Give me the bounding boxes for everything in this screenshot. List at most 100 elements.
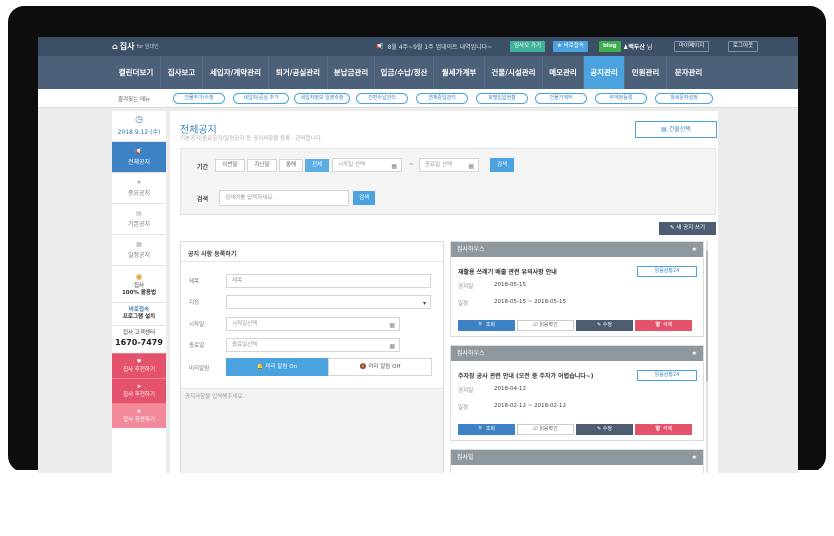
building-select[interactable]: ▾ xyxy=(226,295,431,309)
nav-moveout[interactable]: 퇴거/공실관리 xyxy=(268,56,327,89)
star-icon[interactable]: ★ xyxy=(692,242,697,257)
list-icon: ▤ xyxy=(136,210,142,217)
favorites-bar: 즐겨찾는 메뉴 건물추가/수정 세입자/공실 추가 세입자정보 일괄수정 간편수… xyxy=(38,89,798,108)
fav-chip[interactable]: 세입자/공실 추가 xyxy=(233,93,289,104)
user-name: ♟백두산 님 xyxy=(623,44,653,51)
install-banner[interactable]: 바로접속 프로그램 설치 xyxy=(112,301,166,326)
edit-icon: ✎ xyxy=(669,225,675,231)
list-scrollbar[interactable] xyxy=(706,241,708,473)
notice-schedule: 일정 2018-05-15 ~ 2018-05-15 xyxy=(458,299,567,307)
app-logo[interactable]: ⌂ 집사 for 임대인 xyxy=(112,41,159,52)
card-header: 집사빌 ★ xyxy=(451,450,703,465)
view-button[interactable]: 🔍 조회 xyxy=(458,320,515,331)
period-search-button[interactable]: 검색 xyxy=(490,158,514,172)
title-input[interactable]: 제목 xyxy=(226,274,431,288)
delete-button[interactable]: 🗑 삭제 xyxy=(635,320,692,331)
today-date: ◷ 2018.9.12 (수) xyxy=(112,111,166,141)
fav-chip[interactable]: 호별입입현황 xyxy=(476,93,528,104)
edit-button[interactable]: ✎ 수정 xyxy=(576,424,633,435)
nav-report[interactable]: 집사보고 xyxy=(160,56,202,89)
logout-button[interactable]: 로그아웃 xyxy=(728,41,759,52)
notice-body-editor[interactable]: 공지사항을 입력해주세요. xyxy=(181,388,443,473)
alarm-on-toggle[interactable]: 🔔 미리 알림 On xyxy=(226,358,328,376)
form-end-date[interactable]: 종료일선택 ▦ xyxy=(226,338,400,352)
praise-button[interactable]: ★ 집사 칭찬하기 xyxy=(112,402,166,428)
nav-building[interactable]: 건물/시설관리 xyxy=(484,56,542,89)
update-notice[interactable]: 📢 8월 4주~9월 1주 업데이트 내역입니다~ xyxy=(376,42,492,51)
sidebar-item-important[interactable]: ★ 중요공지 xyxy=(112,172,166,203)
edit-button[interactable]: ✎ 수정 xyxy=(576,320,633,331)
guide-banner[interactable]: ◉ 집사 100% 활용법 xyxy=(112,265,166,302)
nav-memo[interactable]: 메모관리 xyxy=(542,56,583,89)
nav-notice[interactable]: 공지관리 xyxy=(583,56,624,89)
calendar-icon: ▦ xyxy=(468,163,474,170)
read-check-button[interactable]: ☑ 읽음확인 xyxy=(517,424,574,435)
period-label: 기간 xyxy=(197,164,209,171)
alarm-off-toggle[interactable]: 🔕 미리 알림 Off xyxy=(328,358,432,376)
scroll-thumb[interactable] xyxy=(706,251,708,381)
notice-title[interactable]: 재활용 쓰레기 배출 관련 유의사항 안내 xyxy=(458,267,557,276)
form-start-date[interactable]: 시작일선택 ▦ xyxy=(226,317,400,331)
view-button[interactable]: 🔍 조회 xyxy=(458,424,515,435)
star-icon[interactable]: ★ xyxy=(692,346,697,361)
start-date-input[interactable]: 시작일 선택 ▦ xyxy=(332,158,402,172)
recommend-share-button[interactable]: ➤ 집사 추천하기 xyxy=(112,377,166,403)
nav-ledger[interactable]: 월세가계부 xyxy=(433,56,484,89)
notice-card: 집사하우스 ★ 주차장 공사 관련 안내 (오전 중 주차가 어렵습니다~) 읽음… xyxy=(450,345,704,441)
keyword-search-button[interactable]: 검색 xyxy=(353,191,375,205)
search-icon: 🔍 xyxy=(477,426,485,432)
clock-icon: ◷ xyxy=(135,115,143,125)
nav-calendar[interactable]: 캘린더보기 xyxy=(112,56,160,89)
read-check-button[interactable]: ☑ 읽음확인 xyxy=(517,320,574,331)
keyword-label: 검색 xyxy=(197,196,209,203)
sidebar-item-schedule[interactable]: ▦ 일정공지 xyxy=(112,234,166,265)
fav-chip[interactable]: 부계정등록 xyxy=(595,93,647,104)
fav-chip[interactable]: 건물가계부 xyxy=(535,93,587,104)
fav-chip[interactable]: 월세문자설정 xyxy=(655,93,713,104)
backdrop xyxy=(0,470,834,536)
read-status-button[interactable]: 읽음상황24 xyxy=(637,266,697,277)
support-banner[interactable]: 집사 고객센터 1670-7479 xyxy=(112,325,166,352)
sidebar-item-basic[interactable]: ▤ 기본공지 xyxy=(112,203,166,234)
check-icon: ☑ xyxy=(533,426,538,432)
nav-sms[interactable]: 문자관리 xyxy=(666,56,710,89)
period-last-month[interactable]: 지난달 xyxy=(247,159,277,172)
building-select-button[interactable]: ▤ 건물선택 xyxy=(635,121,717,138)
fav-chip[interactable]: 세입자정보 일괄수정 xyxy=(294,93,350,104)
fav-chip[interactable]: 건물추가/수정 xyxy=(173,93,225,104)
fav-chip[interactable]: 연체중입관리 xyxy=(416,93,468,104)
keyword-input[interactable]: 검색어를 입력하세요. xyxy=(219,190,349,206)
period-all[interactable]: 전체 xyxy=(305,159,329,172)
notice-form: 공지 사항 등록하기 제목 제목 지정 ▾ 시작일 시작일선택 ▦ 종료일 종료일… xyxy=(180,241,444,473)
mypage-button[interactable]: 마이페이지 xyxy=(674,41,710,52)
card-header: 집사하우스 ★ xyxy=(451,242,703,257)
blog-button[interactable]: blog xyxy=(599,41,621,52)
notice-title[interactable]: 주차장 공사 관련 안내 (오전 중 주차가 어렵습니다~) xyxy=(458,371,594,380)
read-status-button[interactable]: 읽음상황24 xyxy=(637,370,697,381)
fav-chip[interactable]: 간편수납관리 xyxy=(356,93,408,104)
building-label: 지정 xyxy=(189,300,200,306)
delete-button[interactable]: 🗑 삭제 xyxy=(635,424,692,435)
search-icon: 🔍 xyxy=(477,322,485,328)
nav-installment[interactable]: 분납금관리 xyxy=(327,56,374,89)
nav-complaint[interactable]: 민원관리 xyxy=(624,56,666,89)
app-window: ⌂ 집사 for 임대인 📢 8월 4주~9월 1주 업데이트 내역입니다~ 임사오 … xyxy=(38,37,798,473)
star-icon[interactable]: ★ xyxy=(692,450,697,465)
recommend-button[interactable]: ♥ 집사 추천하기 xyxy=(112,352,166,378)
period-this-month[interactable]: 이번달 xyxy=(215,159,245,172)
end-date-input[interactable]: 종료일 선택 ▦ xyxy=(419,158,479,172)
notice-card: 집사하우스 ★ 재활용 쓰레기 배출 관련 유의사항 안내 읽음상황24 공지일 2… xyxy=(450,241,704,337)
page-description: 기본공지/중요공지/일정공지 등 공지사항을 등록 · 관리합니다. xyxy=(180,136,323,142)
sidebar-item-all[interactable]: 📢 전체공지 xyxy=(112,141,166,172)
quick-access-button[interactable]: ★ 바로접속 xyxy=(553,41,588,52)
pencil-icon: ✎ xyxy=(597,322,602,328)
calendar-icon: ▦ xyxy=(389,343,395,350)
form-title: 공지 사항 등록하기 xyxy=(181,242,443,262)
top-bar: ⌂ 집사 for 임대인 📢 8월 4주~9월 1주 업데이트 내역입니다~ 임사오 … xyxy=(38,37,798,56)
new-notice-button[interactable]: ✎ 새 공지 쓰기 xyxy=(659,222,716,235)
bell-off-icon: 🔕 xyxy=(359,364,367,370)
old-site-button[interactable]: 임사오 가기 xyxy=(510,41,546,52)
period-this-year[interactable]: 올해 xyxy=(279,159,303,172)
nav-tenant[interactable]: 세입자/계약관리 xyxy=(202,56,268,89)
nav-payment[interactable]: 입금/수납/정산 xyxy=(374,56,433,89)
